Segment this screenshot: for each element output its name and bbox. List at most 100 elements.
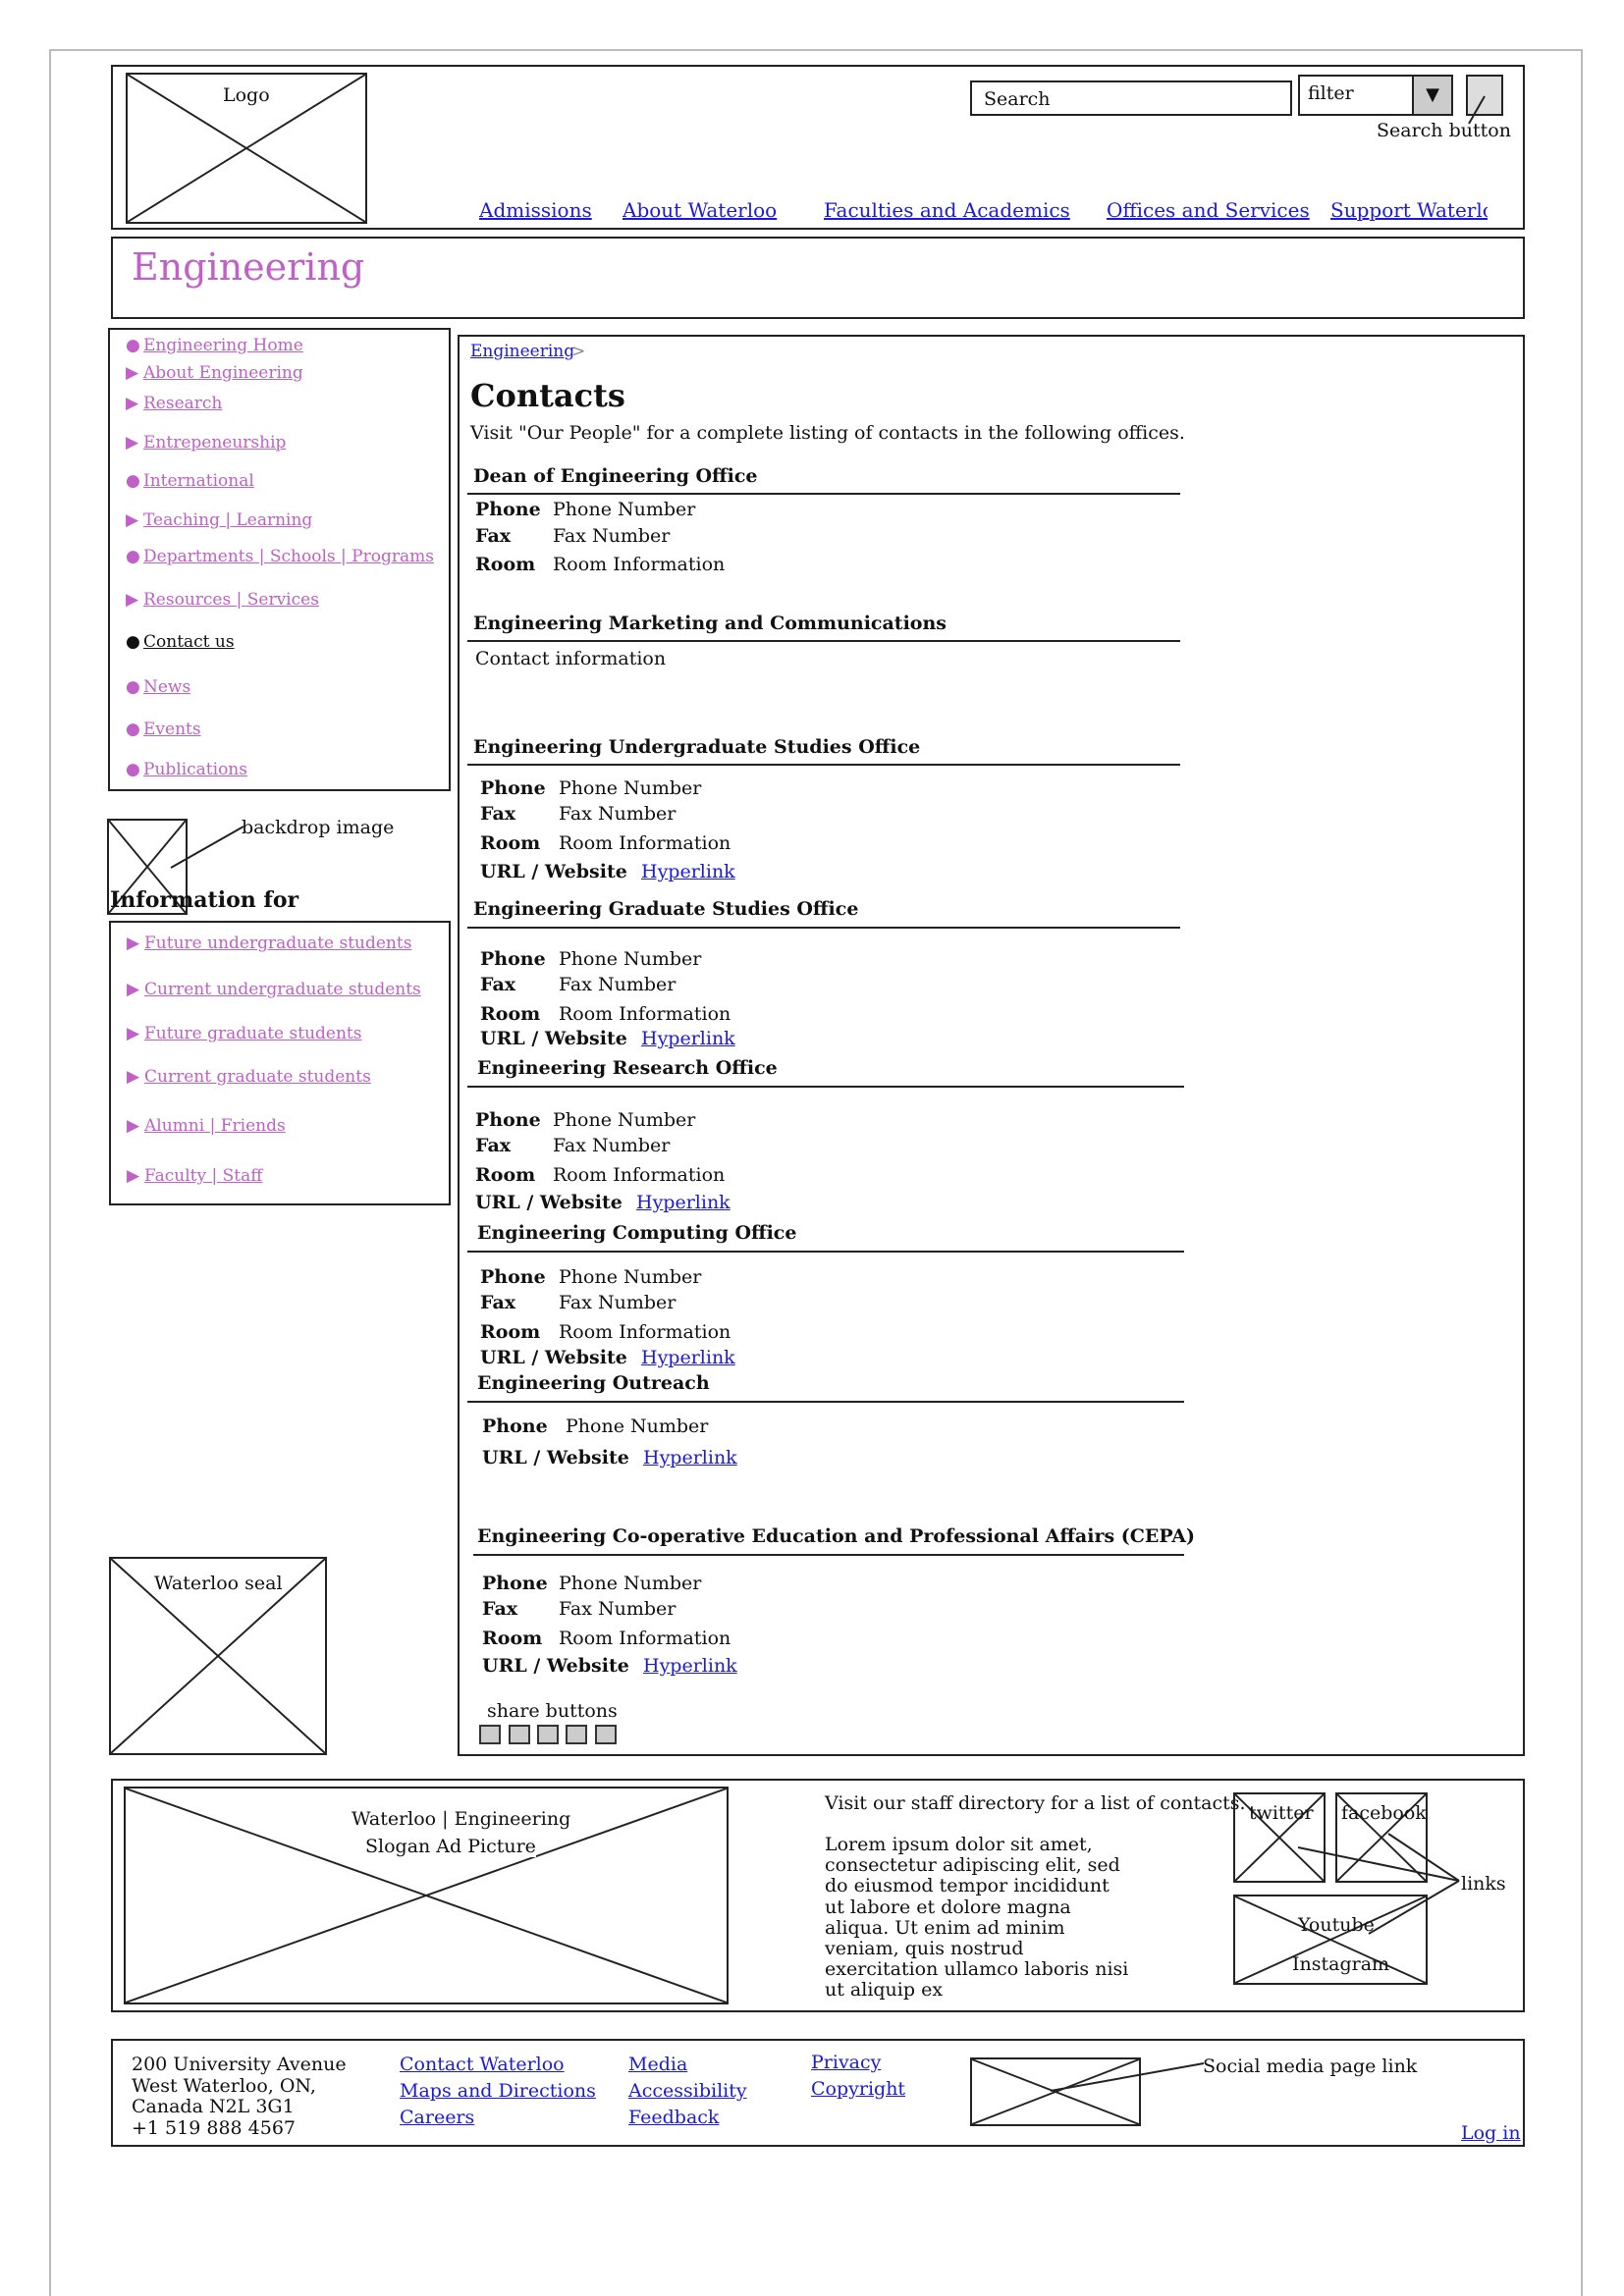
sidebar-item-research[interactable]: ▶ Research (126, 394, 222, 413)
chevron-down-icon[interactable]: ▼ (1412, 77, 1451, 114)
sidebar-item-label: Research (143, 394, 223, 413)
breadcrumb-engineering[interactable]: Engineering (470, 342, 574, 361)
nav-faculties-academics[interactable]: Faculties and Academics (824, 198, 1070, 222)
sidebar-item-label: Resources | Services (143, 590, 319, 610)
phone-value: Phone Number (559, 948, 702, 970)
info-item-current-undergraduate-students[interactable]: ▶ Current undergraduate students (127, 980, 421, 999)
share-button-4[interactable] (566, 1725, 587, 1744)
website-hyperlink[interactable]: Hyperlink (641, 1028, 735, 1049)
sidebar-item-label: Engineering Home (143, 336, 303, 355)
share-button-1[interactable] (479, 1725, 501, 1744)
backdrop-label: backdrop image (242, 817, 395, 838)
share-button-3[interactable] (537, 1725, 559, 1744)
info-item-future-graduate-students[interactable]: ▶ Future graduate students (127, 1024, 361, 1043)
section-divider (467, 1086, 1184, 1088)
phone-value: Phone Number (559, 777, 702, 799)
website-hyperlink[interactable]: Hyperlink (636, 1192, 731, 1213)
share-button-2[interactable] (509, 1725, 530, 1744)
section-divider (467, 1251, 1184, 1253)
room-label: Room (480, 832, 541, 854)
room-value: Room Information (553, 554, 726, 575)
info-item-label: Current undergraduate students (144, 980, 421, 999)
section-divider (467, 764, 1180, 766)
footer-link-copyright[interactable]: Copyright (811, 2078, 905, 2100)
footer-link-privacy[interactable]: Privacy (811, 2052, 881, 2073)
sidebar-item-label: International (143, 471, 254, 491)
website-hyperlink[interactable]: Hyperlink (641, 1347, 735, 1368)
nav-about-waterloo[interactable]: About Waterloo (623, 198, 777, 222)
sidebar-item-entrepeneurship[interactable]: ▶ Entrepeneurship (126, 433, 286, 453)
sidebar-item-label: Departments | Schools | Programs (143, 547, 434, 566)
website-hyperlink[interactable]: Hyperlink (643, 1655, 737, 1677)
info-item-current-graduate-students[interactable]: ▶ Current graduate students (127, 1067, 371, 1087)
section-divider (467, 1401, 1184, 1403)
url-label: URL / Website (482, 1655, 629, 1677)
footer-link-accessibility[interactable]: Accessibility (628, 2080, 747, 2102)
arrow-right-icon: ▶ (127, 1166, 140, 1186)
footer-link-media[interactable]: Media (628, 2054, 687, 2075)
info-item-label: Current graduate students (144, 1067, 371, 1087)
info-item-future-undergraduate-students[interactable]: ▶ Future undergraduate students (127, 934, 411, 953)
phone-label: Phone (475, 1109, 541, 1131)
info-item-alumni-friends[interactable]: ▶ Alumni | Friends (127, 1116, 286, 1136)
footer-link-contact-waterloo[interactable]: Contact Waterloo (400, 2054, 565, 2075)
section-divider (467, 640, 1180, 642)
website-hyperlink[interactable]: Hyperlink (643, 1447, 737, 1468)
sidebar-item-international[interactable]: ● International (126, 471, 254, 491)
bullet-icon: ● (126, 547, 140, 566)
section-title-engineering-research-office: Engineering Research Office (477, 1057, 778, 1079)
links-pointers (1297, 1833, 1460, 1935)
website-hyperlink[interactable]: Hyperlink (641, 861, 735, 882)
info-for-box (109, 921, 451, 1205)
contact-info-text: Contact information (475, 648, 667, 669)
intro-text: Visit "Our People" for a complete listin… (470, 422, 1185, 444)
arrow-right-icon: ▶ (126, 510, 139, 530)
sidebar-item-label: Teaching | Learning (143, 510, 313, 530)
sidebar-item-departments-schools-programs[interactable]: ● Departments | Schools | Programs (126, 547, 434, 566)
sidebar-item-contact-us[interactable]: ● Contact us (126, 632, 235, 652)
lorem-line: do eiusmod tempor incididunt (825, 1875, 1110, 1897)
bullet-icon: ● (126, 471, 140, 491)
footer-link-feedback[interactable]: Feedback (628, 2107, 719, 2128)
section-title-dean-of-engineering-office: Dean of Engineering Office (473, 465, 758, 487)
waterloo-seal: Waterloo seal (109, 1557, 327, 1755)
sidebar-item-engineering-home[interactable]: ● Engineering Home (126, 336, 303, 355)
bullet-icon: ● (126, 632, 140, 652)
search-input[interactable]: Search (970, 80, 1292, 116)
lorem-line: exercitation ullamco laboris nisi (825, 1958, 1129, 1981)
section-title-engineering-undergraduate-studies-office: Engineering Undergraduate Studies Office (473, 736, 921, 758)
slogan-ad-picture: Waterloo | Engineering Slogan Ad Picture (124, 1787, 729, 2004)
bullet-icon: ● (126, 677, 140, 697)
fax-label: Fax (480, 1292, 516, 1313)
section-divider (467, 493, 1180, 495)
nav-admissions[interactable]: Admissions (479, 198, 592, 222)
share-button-5[interactable] (595, 1725, 617, 1744)
sidebar-item-about-engineering[interactable]: ▶ About Engineering (126, 363, 303, 383)
bullet-icon: ● (126, 760, 140, 779)
sidebar-item-resources-services[interactable]: ▶ Resources | Services (126, 590, 319, 610)
section-divider (473, 1554, 1184, 1556)
arrow-right-icon: ▶ (126, 363, 139, 383)
filter-select[interactable]: filter ▼ (1298, 75, 1453, 116)
sidebar-item-publications[interactable]: ● Publications (126, 760, 247, 779)
lorem-line: aliqua. Ut enim ad minim (825, 1916, 1065, 1939)
url-label: URL / Website (480, 1028, 627, 1049)
sidebar-item-news[interactable]: ● News (126, 677, 190, 697)
nav-offices-services[interactable]: Offices and Services (1107, 198, 1310, 222)
room-label: Room (475, 1164, 536, 1186)
logo[interactable]: Logo (126, 73, 367, 224)
fax-value: Fax Number (553, 525, 671, 547)
footer-link-maps-and-directions[interactable]: Maps and Directions (400, 2080, 596, 2102)
login-link[interactable]: Log in (1461, 2122, 1521, 2144)
sidebar-item-teaching-learning[interactable]: ▶ Teaching | Learning (126, 510, 312, 530)
nav-support-waterloo[interactable]: Support Waterloo (1330, 198, 1488, 222)
ad-line-2: Slogan Ad Picture (365, 1836, 536, 1857)
footer-link-careers[interactable]: Careers (400, 2107, 474, 2128)
arrow-right-icon: ▶ (126, 590, 139, 610)
phone-label: Phone (482, 1573, 548, 1594)
info-item-faculty-staff[interactable]: ▶ Faculty | Staff (127, 1166, 262, 1186)
sidebar-item-events[interactable]: ● Events (126, 720, 201, 739)
social-label: Social media page link (1203, 2056, 1418, 2077)
filter-value: filter (1308, 82, 1354, 104)
breadcrumb-separator: > (571, 342, 586, 361)
